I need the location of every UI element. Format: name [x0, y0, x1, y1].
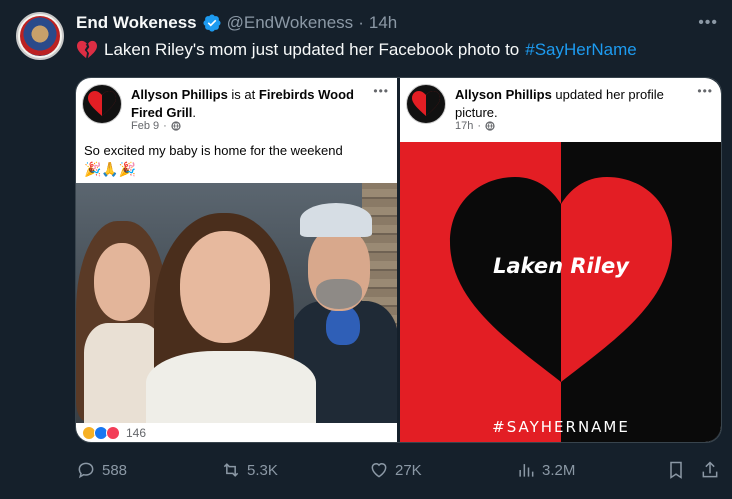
poster-hashtag: #SAYHERNAME [492, 418, 630, 436]
like-count: 27K [395, 461, 422, 479]
user-handle[interactable]: @EndWokeness [227, 13, 354, 33]
hashtag-link[interactable]: #SayHerName [525, 38, 637, 62]
love-reaction-icon [106, 426, 120, 440]
reply-icon [78, 462, 94, 479]
fb-checkin-verb: is at [231, 87, 256, 102]
bookmark-icon [670, 461, 682, 479]
fb-time-right: 17h [455, 120, 474, 132]
tweet-time[interactable]: 14h [369, 13, 397, 33]
selfie-photo [76, 183, 397, 423]
woman-sweater [146, 351, 316, 423]
analytics-icon [519, 464, 534, 477]
fb-author[interactable]: Allyson Phillips [131, 87, 228, 102]
fb-post-title: Allyson Phillips is at Firebirds Wood Fi… [131, 86, 371, 122]
tweet-body: Laken Riley's mom just updated her Faceb… [104, 40, 520, 59]
retweet-button[interactable]: 5.3K [221, 460, 278, 480]
poster-title: Laken Riley [493, 254, 629, 278]
verified-badge-icon [203, 14, 221, 32]
fb-reactions: 146 [82, 426, 146, 440]
media-image-left[interactable]: Allyson Phillips is at Firebirds Wood Fi… [76, 78, 397, 442]
profile-picture-poster: Laken Riley #SAYHERNAME [400, 142, 721, 442]
views-button[interactable]: 3.2M [516, 460, 575, 480]
tweet-header: End Wokeness @EndWokeness · 14h [76, 12, 397, 34]
fb-author-right[interactable]: Allyson Phillips [455, 87, 552, 102]
man-shirt-collar [326, 305, 360, 345]
separator-dot: · [358, 13, 364, 32]
fb-more-icon-right: ••• [697, 84, 713, 98]
media-grid[interactable]: Allyson Phillips is at Firebirds Wood Fi… [75, 77, 722, 443]
fb-post-header: Allyson Phillips is at Firebirds Wood Fi… [76, 78, 397, 136]
globe-icon [171, 121, 181, 131]
fb-avatar [82, 84, 122, 124]
fb-post-title-right: Allyson Phillips updated her profile pic… [455, 86, 695, 122]
tweet-action-bar: 588 5.3K 27K 3.2M [76, 456, 722, 484]
fb-post-meta: Feb 9 · [131, 120, 181, 132]
display-name[interactable]: End Wokeness [76, 13, 197, 33]
profile-avatar[interactable] [16, 12, 64, 60]
split-heart-icon [450, 177, 672, 382]
fb-post-header-right: Allyson Phillips updated her profile pic… [400, 78, 721, 142]
fb-period: . [192, 105, 197, 120]
share-button[interactable] [700, 460, 720, 480]
fb-reaction-count: 146 [126, 426, 147, 440]
fb-avatar-right [406, 84, 446, 124]
fb-more-icon: ••• [373, 84, 389, 98]
fb-post-body: So excited my baby is home for the weeke… [84, 143, 343, 158]
tweet-text: Laken Riley's mom just updated her Faceb… [76, 38, 637, 62]
heart-icon [88, 91, 116, 116]
fb-date: Feb 9 [131, 120, 160, 132]
reply-button[interactable]: 588 [76, 460, 127, 480]
bookmark-button[interactable] [666, 460, 686, 480]
avatar-logo [20, 16, 60, 56]
woman-face [180, 231, 270, 343]
man-cap [300, 203, 372, 237]
fb-post-text: So excited my baby is home for the weeke… [84, 142, 343, 178]
media-image-right[interactable]: Allyson Phillips updated her profile pic… [400, 78, 721, 442]
retweet-count: 5.3K [247, 461, 278, 479]
reply-count: 588 [102, 461, 128, 479]
heart-icon [412, 91, 440, 116]
fb-separator-right: · [477, 120, 482, 132]
fb-post-meta-right: 17h · [455, 120, 495, 132]
globe-icon [485, 121, 495, 131]
broken-heart-icon [77, 40, 97, 59]
retweet-icon [223, 463, 239, 477]
heart-outline-icon [371, 463, 387, 478]
girl-face [94, 243, 150, 321]
man-beard [316, 279, 362, 309]
like-button[interactable]: 27K [369, 460, 422, 480]
more-options-icon[interactable]: ••• [698, 14, 718, 32]
fb-separator: · [163, 120, 167, 132]
fb-emojis: 🎉🙏🎉 [84, 161, 137, 177]
share-icon [702, 461, 718, 478]
views-count: 3.2M [542, 461, 576, 479]
